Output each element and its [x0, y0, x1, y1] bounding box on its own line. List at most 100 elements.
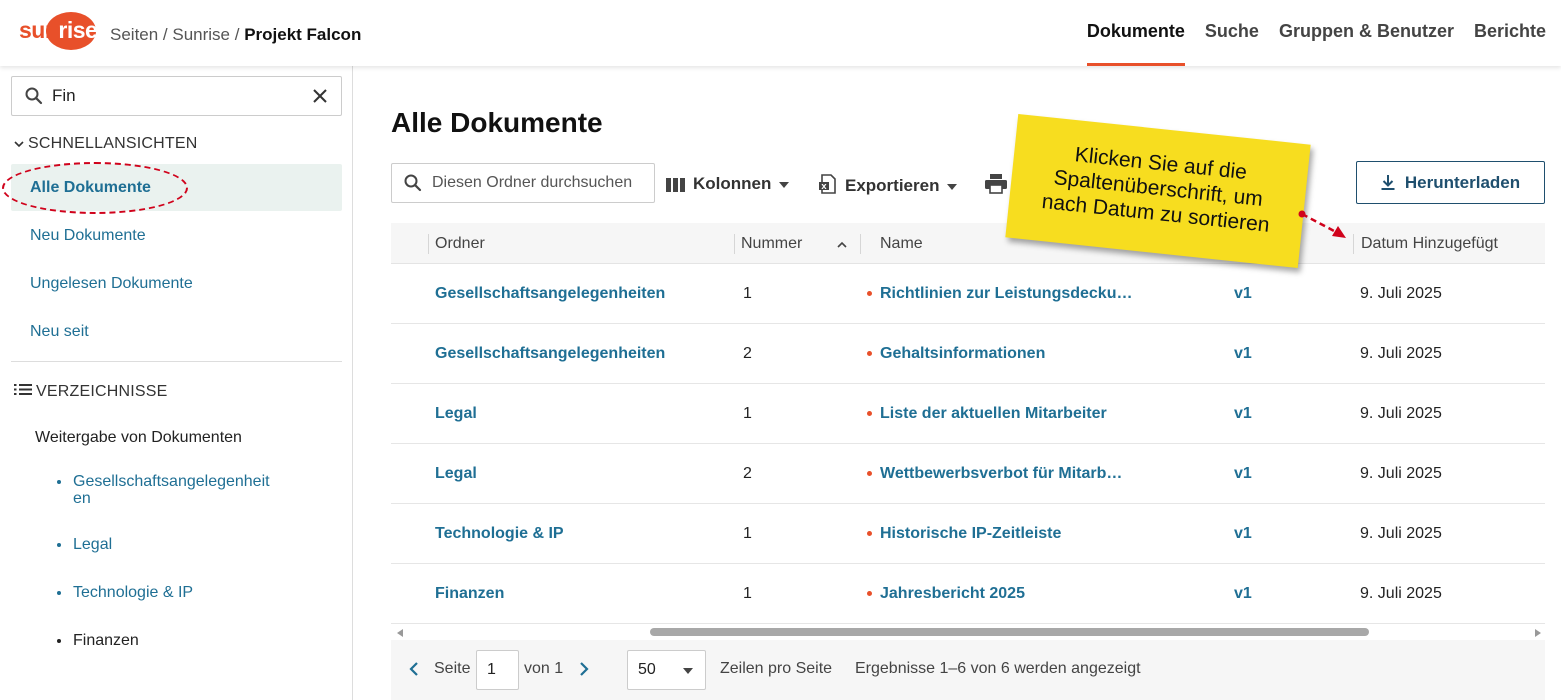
- cell-number: 1: [743, 525, 752, 542]
- tree-item-label: Legal: [73, 536, 113, 553]
- tree-item-finanzen[interactable]: Finanzen: [57, 632, 297, 649]
- folder-search-input[interactable]: [432, 172, 647, 194]
- cell-folder[interactable]: Gesellschaftsangelegenheiten: [435, 264, 725, 324]
- document-name-link[interactable]: Liste der aktuellen Mitarbeiter: [880, 405, 1107, 422]
- cell-folder[interactable]: Gesellschaftsangelegenheiten: [435, 324, 725, 384]
- close-icon[interactable]: [311, 87, 329, 105]
- directories-heading[interactable]: VERZEICHNISSE: [14, 383, 168, 401]
- download-button[interactable]: Herunterladen: [1356, 161, 1545, 204]
- table-row[interactable]: Gesellschaftsangelegenheiten 2 Gehaltsin…: [391, 324, 1545, 384]
- caret-down-icon: [947, 183, 958, 190]
- tree-item-technologie-ip[interactable]: Technologie & IP: [57, 584, 297, 601]
- table-row[interactable]: Legal 2 Wettbewerbsverbot für Mitarb… v1…: [391, 444, 1545, 504]
- cell-version[interactable]: v1: [1234, 504, 1274, 564]
- breadcrumb-current: Projekt Falcon: [244, 25, 362, 44]
- document-name-link[interactable]: Gehaltsinformationen: [880, 345, 1045, 362]
- excel-export-icon: X: [819, 174, 836, 194]
- cell-version[interactable]: v1: [1234, 384, 1274, 444]
- directories-heading-label: VERZEICHNISSE: [36, 383, 168, 400]
- document-name-link[interactable]: Historische IP-Zeitleiste: [880, 525, 1061, 542]
- breadcrumb-separator: /: [158, 25, 173, 44]
- table-row[interactable]: Legal 1 Liste der aktuellen Mitarbeiter …: [391, 384, 1545, 444]
- unread-dot: [867, 591, 872, 596]
- cell-folder[interactable]: Technologie & IP: [435, 504, 725, 564]
- scroll-left-icon[interactable]: [397, 629, 403, 637]
- quick-view-ungelesen-dokumente[interactable]: Ungelesen Dokumente: [11, 260, 342, 307]
- columns-button[interactable]: Kolonnen: [666, 174, 790, 194]
- export-button[interactable]: X Exportieren: [819, 174, 958, 196]
- breadcrumb-item-seiten[interactable]: Seiten: [110, 25, 158, 44]
- column-header-datum-hinzugefuegt[interactable]: Datum Hinzugefügt: [1361, 223, 1498, 264]
- cell-date: 9. Juli 2025: [1360, 345, 1442, 362]
- nav-tab-dokumente[interactable]: Dokumente: [1086, 0, 1185, 66]
- cell-name[interactable]: Historische IP-Zeitleiste: [867, 504, 1157, 564]
- page-number-input[interactable]: 1: [476, 650, 519, 690]
- unread-dot: [867, 351, 872, 356]
- column-separator: [860, 234, 861, 254]
- table-row[interactable]: Technologie & IP 1 Historische IP-Zeitle…: [391, 504, 1545, 564]
- sort-ascending-icon[interactable]: [837, 240, 847, 250]
- chevron-right-icon[interactable]: [579, 661, 589, 677]
- document-name-link[interactable]: Wettbewerbsverbot für Mitarb…: [880, 465, 1122, 482]
- cell-number: 1: [743, 405, 752, 422]
- cell-version[interactable]: v1: [1234, 264, 1274, 324]
- main-nav: Dokumente Suche Gruppen & Benutzer Beric…: [1067, 0, 1546, 66]
- column-header-nummer[interactable]: Nummer: [741, 223, 802, 264]
- cell-name[interactable]: Liste der aktuellen Mitarbeiter: [867, 384, 1157, 444]
- cell-name[interactable]: Richtlinien zur Leistungsdecku…: [867, 264, 1157, 324]
- cell-date: 9. Juli 2025: [1360, 525, 1442, 542]
- scroll-right-icon[interactable]: [1535, 629, 1541, 637]
- cell-version[interactable]: v1: [1234, 324, 1274, 384]
- cell-version[interactable]: v1: [1234, 564, 1274, 624]
- column-header-ordner[interactable]: Ordner: [435, 223, 485, 264]
- quick-views-heading[interactable]: SCHNELLANSICHTEN: [14, 135, 197, 153]
- tree-item-gesellschaftsangelegenheiten[interactable]: Gesellschaftsangelegenheit en: [57, 473, 297, 507]
- caret-down-icon: [779, 181, 790, 188]
- rows-per-page-select[interactable]: 50: [627, 650, 706, 690]
- documents-table: Ordner Nummer Name Datum Hinzugefügt Ges…: [391, 223, 1545, 641]
- page-of-label: von 1: [524, 660, 564, 677]
- logo-text-rise: rise: [58, 17, 98, 43]
- document-name-link[interactable]: Jahresbericht 2025: [880, 585, 1025, 602]
- sidebar-search-input[interactable]: [52, 84, 302, 108]
- cell-folder[interactable]: Legal: [435, 444, 725, 504]
- cell-number: 1: [743, 285, 752, 302]
- scrollbar-thumb[interactable]: [650, 628, 1369, 636]
- cell-folder[interactable]: Finanzen: [435, 564, 725, 624]
- cell-name[interactable]: Wettbewerbsverbot für Mitarb…: [867, 444, 1157, 504]
- cell-version[interactable]: v1: [1234, 444, 1274, 504]
- nav-tab-gruppen-benutzer[interactable]: Gruppen & Benutzer: [1279, 0, 1454, 66]
- tree-root-weitergabe[interactable]: Weitergabe von Dokumenten: [35, 429, 242, 447]
- breadcrumb-separator: /: [230, 25, 245, 44]
- chevron-left-icon[interactable]: [409, 661, 419, 677]
- caret-down-icon: [683, 668, 693, 674]
- column-header-name[interactable]: Name: [880, 223, 923, 264]
- horizontal-scrollbar[interactable]: [391, 626, 1545, 640]
- page-label: Seite: [434, 660, 471, 677]
- sunrise-logo[interactable]: sunrise: [19, 12, 99, 50]
- cell-date: 9. Juli 2025: [1360, 285, 1442, 302]
- cell-folder[interactable]: Legal: [435, 384, 725, 444]
- nav-tab-berichte[interactable]: Berichte: [1474, 0, 1546, 66]
- table-row[interactable]: Gesellschaftsangelegenheiten 1 Richtlini…: [391, 264, 1545, 324]
- quick-view-alle-dokumente[interactable]: Alle Dokumente: [11, 164, 342, 211]
- bullet-dot: [57, 480, 61, 484]
- quick-view-neu-seit[interactable]: Neu seit: [11, 308, 342, 355]
- print-icon: [985, 174, 1007, 194]
- cell-name[interactable]: Gehaltsinformationen: [867, 324, 1157, 384]
- table-header: Ordner Nummer Name Datum Hinzugefügt: [391, 223, 1545, 264]
- bullet-dot: [57, 543, 61, 547]
- top-bar: sunrise Seiten / Sunrise / Projekt Falco…: [0, 0, 1561, 66]
- document-name-link[interactable]: Richtlinien zur Leistungsdecku…: [880, 285, 1132, 302]
- nav-tab-suche[interactable]: Suche: [1205, 0, 1259, 66]
- breadcrumb-item-sunrise[interactable]: Sunrise: [172, 25, 230, 44]
- sidebar-divider: [11, 361, 342, 362]
- sidebar-search-box: [11, 76, 342, 116]
- cell-name[interactable]: Jahresbericht 2025: [867, 564, 1157, 624]
- logo-text: sunrise: [19, 17, 98, 44]
- quick-view-neu-dokumente[interactable]: Neu Dokumente: [11, 212, 342, 259]
- cell-date: 9. Juli 2025: [1360, 465, 1442, 482]
- tree-item-legal[interactable]: Legal: [57, 536, 297, 553]
- cell-number: 2: [743, 465, 752, 482]
- table-row[interactable]: Finanzen 1 Jahresbericht 2025 v1 9. Juli…: [391, 564, 1545, 624]
